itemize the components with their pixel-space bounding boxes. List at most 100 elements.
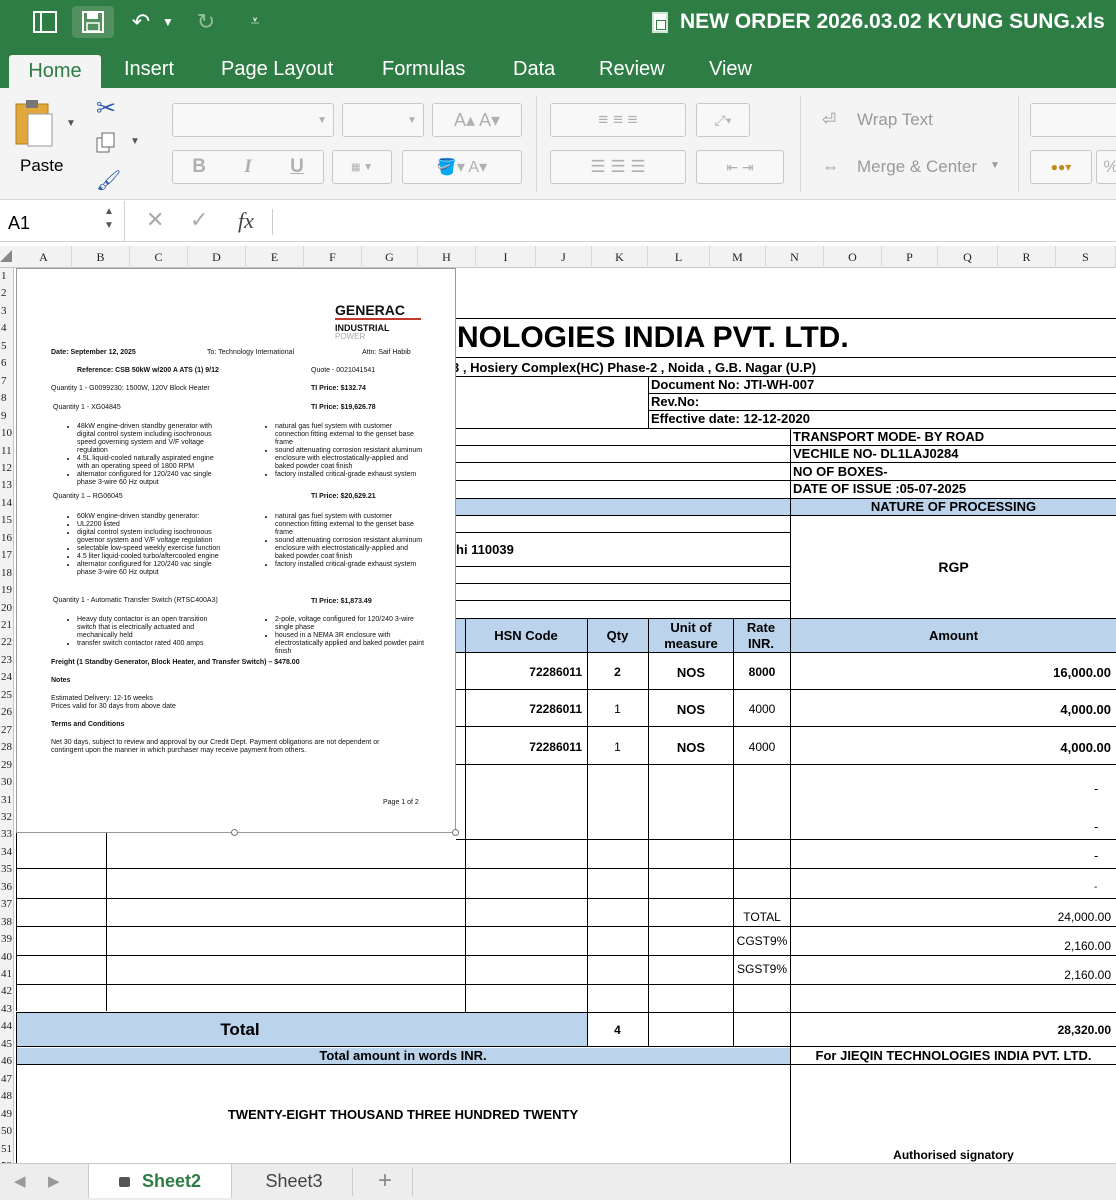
column-header[interactable]: K (592, 246, 648, 268)
row-header[interactable]: 49 (0, 1108, 14, 1120)
format-painter-icon[interactable]: 🖌 (96, 168, 121, 193)
italic-button[interactable]: I (244, 156, 251, 178)
row-header[interactable]: 41 (0, 968, 14, 980)
column-header[interactable]: E (246, 246, 304, 268)
borders-button[interactable]: ▦ ▼ (332, 150, 392, 184)
paste-dropdown-icon[interactable]: ▼ (66, 118, 76, 129)
tab-page-layout[interactable]: Page Layout (221, 58, 333, 81)
embedded-quote-image[interactable]: GENERAC INDUSTRIAL POWER Date: September… (16, 268, 456, 833)
font-name-select[interactable]: ▼ (172, 103, 334, 137)
row-header[interactable]: 13 (0, 479, 14, 491)
row-header[interactable]: 38 (0, 916, 14, 928)
clipboard-icon[interactable] (14, 98, 56, 148)
row-header[interactable]: 50 (0, 1125, 14, 1137)
undo-dropdown-icon[interactable]: ▼ (158, 6, 178, 38)
scroll-right-icon[interactable]: ▶ (48, 1172, 60, 1190)
row-header[interactable]: 43 (0, 1003, 14, 1015)
tab-review[interactable]: Review (599, 58, 665, 81)
column-header[interactable]: Q (938, 246, 998, 268)
row-header[interactable]: 17 (0, 549, 14, 561)
function-icon[interactable]: fx (238, 208, 254, 234)
merge-center-button[interactable]: Merge & Center (857, 157, 977, 177)
row-header[interactable]: 8 (0, 392, 14, 404)
row-header[interactable]: 24 (0, 671, 14, 683)
column-header[interactable]: G (362, 246, 418, 268)
column-header[interactable]: B (72, 246, 130, 268)
tab-view[interactable]: View (709, 58, 752, 81)
underline-button[interactable]: U (290, 156, 304, 178)
redo-icon[interactable]: ↻ (192, 6, 220, 38)
row-header[interactable]: 15 (0, 514, 14, 526)
column-header[interactable]: I (476, 246, 536, 268)
row-header[interactable]: 14 (0, 497, 14, 509)
column-header[interactable]: S (1056, 246, 1116, 268)
row-header[interactable]: 51 (0, 1143, 14, 1155)
row-header[interactable]: 27 (0, 724, 14, 736)
column-header[interactable]: C (130, 246, 188, 268)
accounting-format-icon[interactable]: ●●▾ (1030, 150, 1092, 184)
customize-toolbar-icon[interactable]: ⩡ (242, 6, 268, 38)
column-header[interactable]: D (188, 246, 246, 268)
sheet-tab-sheet3[interactable]: Sheet3 (236, 1164, 352, 1198)
column-header[interactable]: H (418, 246, 476, 268)
save-icon[interactable] (72, 6, 114, 38)
row-header[interactable]: 18 (0, 567, 14, 579)
horizontal-align-group[interactable]: ☰ ☰ ☰ (550, 150, 686, 184)
row-header[interactable]: 47 (0, 1073, 14, 1085)
percent-style-button[interactable]: % (1096, 150, 1116, 184)
row-header[interactable]: 16 (0, 532, 14, 544)
row-header[interactable]: 29 (0, 759, 14, 771)
row-header[interactable]: 7 (0, 375, 14, 387)
tab-data[interactable]: Data (513, 58, 555, 81)
row-header[interactable]: 22 (0, 636, 14, 648)
row-header[interactable]: 2 (0, 287, 14, 299)
column-header[interactable]: P (882, 246, 938, 268)
row-header[interactable]: 9 (0, 410, 14, 422)
font-size-select[interactable]: ▼ (342, 103, 424, 137)
row-header[interactable]: 39 (0, 933, 14, 945)
column-header[interactable]: R (998, 246, 1056, 268)
row-header[interactable]: 31 (0, 794, 14, 806)
row-header[interactable]: 12 (0, 462, 14, 474)
row-header[interactable]: 11 (0, 445, 14, 457)
indent-group[interactable]: ⇤ ⇥ (696, 150, 784, 184)
select-all-icon[interactable] (0, 250, 12, 262)
column-header[interactable]: O (824, 246, 882, 268)
add-sheet-button[interactable]: + (362, 1164, 408, 1198)
bold-button[interactable]: B (192, 156, 206, 178)
column-header[interactable]: N (766, 246, 824, 268)
row-header[interactable]: 19 (0, 584, 14, 596)
copy-icon[interactable] (96, 132, 116, 154)
column-header[interactable]: J (536, 246, 592, 268)
tab-formulas[interactable]: Formulas (382, 58, 465, 81)
row-header[interactable]: 32 (0, 811, 14, 823)
undo-icon[interactable]: ↶ (126, 6, 156, 38)
fill-font-color-group[interactable]: 🪣▾ A▾ (402, 150, 522, 184)
row-header[interactable]: 36 (0, 881, 14, 893)
row-header[interactable]: 44 (0, 1020, 14, 1032)
row-header[interactable]: 46 (0, 1055, 14, 1067)
name-box-stepper-icon[interactable]: ▲ ▼ (104, 205, 114, 233)
row-header[interactable]: 26 (0, 706, 14, 718)
sheet-tab-sheet2[interactable]: Sheet2 (88, 1164, 232, 1198)
row-header[interactable]: 5 (0, 340, 14, 352)
row-header[interactable]: 10 (0, 427, 14, 439)
row-header[interactable]: 1 (0, 270, 14, 282)
merge-dropdown-icon[interactable]: ▼ (990, 160, 1000, 171)
enter-icon[interactable]: ✓ (190, 207, 208, 233)
column-header[interactable]: A (16, 246, 72, 268)
sidebar-toggle-icon[interactable] (30, 6, 60, 38)
row-header[interactable]: 21 (0, 619, 14, 631)
row-header[interactable]: 45 (0, 1038, 14, 1050)
tab-home[interactable]: Home (9, 55, 101, 88)
vertical-align-group[interactable]: ≡ ≡ ≡ (550, 103, 686, 137)
row-header[interactable]: 23 (0, 654, 14, 666)
tab-insert[interactable]: Insert (124, 58, 174, 81)
cut-icon[interactable]: ✂ (96, 94, 116, 123)
wrap-text-button[interactable]: Wrap Text (857, 110, 933, 130)
column-header[interactable]: M (710, 246, 766, 268)
row-header[interactable]: 42 (0, 985, 14, 997)
row-header[interactable]: 3 (0, 305, 14, 317)
row-header[interactable]: 6 (0, 357, 14, 369)
row-header[interactable]: 4 (0, 322, 14, 334)
